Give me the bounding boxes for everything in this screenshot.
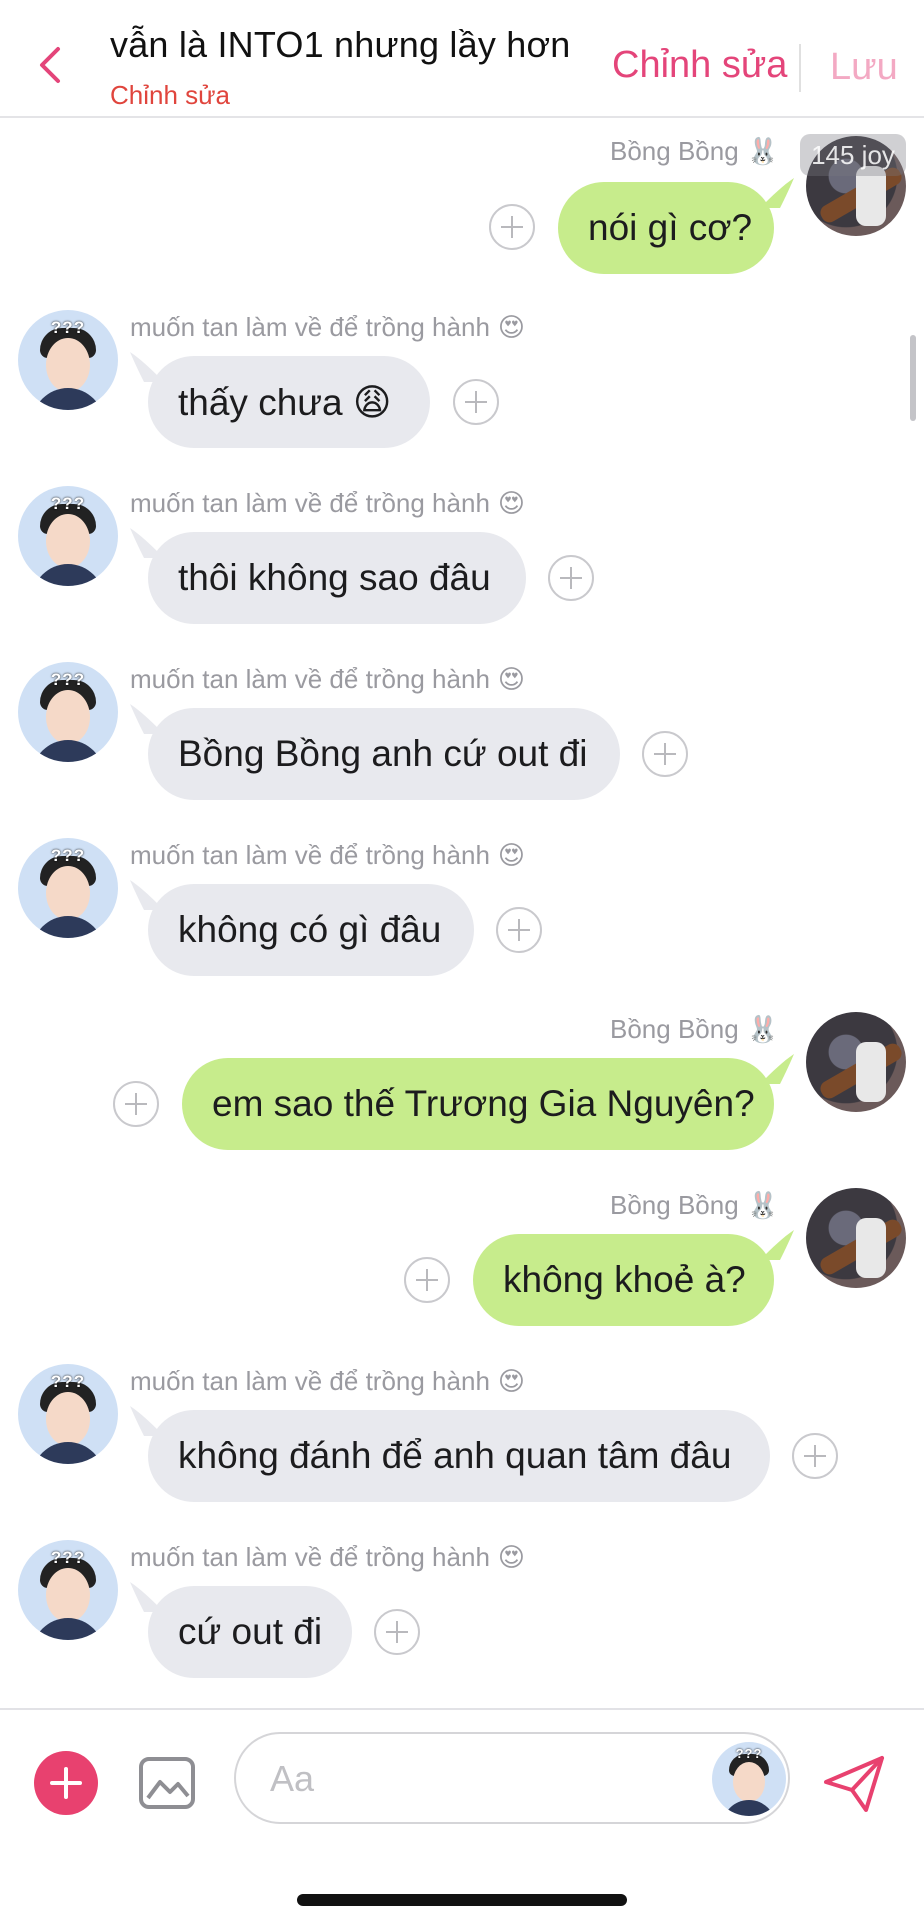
- sender-name: Bồng Bồng 🐰: [610, 1014, 780, 1044]
- sender-name: muốn tan làm về để trồng hành 😍: [130, 488, 526, 518]
- home-indicator[interactable]: [297, 1894, 627, 1906]
- sender-name: Bồng Bồng 🐰: [610, 136, 780, 166]
- joy-badge: 145 joy: [800, 134, 906, 176]
- chat-header: vẫn là INTO1 nhưng lầy hơn Chỉnh sửa Chỉ…: [0, 0, 924, 118]
- message-bubble[interactable]: không có gì đâu: [148, 884, 474, 976]
- avatar[interactable]: ???: [18, 310, 118, 410]
- persona-avatar[interactable]: ???: [712, 1742, 786, 1816]
- save-button[interactable]: Lưu: [830, 46, 898, 89]
- message-bubble[interactable]: Bồng Bồng anh cứ out đi: [148, 708, 620, 800]
- avatar[interactable]: ???: [18, 1540, 118, 1640]
- message-bubble[interactable]: thấy chưa 😩: [148, 356, 430, 448]
- input-placeholder: Aa: [270, 1758, 315, 1799]
- avatar[interactable]: ???: [18, 1364, 118, 1464]
- add-reaction-button[interactable]: [642, 731, 688, 777]
- message-input[interactable]: Aa ???: [234, 1732, 790, 1824]
- sender-name: muốn tan làm về để trồng hành 😍: [130, 840, 526, 870]
- header-divider: [799, 44, 801, 92]
- send-button[interactable]: [822, 1754, 886, 1814]
- sender-name: Bồng Bồng 🐰: [610, 1190, 780, 1220]
- composer-bar: Aa ???: [0, 1708, 924, 1920]
- add-reaction-button[interactable]: [548, 555, 594, 601]
- add-reaction-button[interactable]: [489, 204, 535, 250]
- chat-subtitle: Chỉnh sửa: [110, 80, 231, 110]
- avatar[interactable]: [806, 1012, 906, 1112]
- image-button[interactable]: [138, 1754, 196, 1812]
- scrollbar[interactable]: [910, 335, 916, 421]
- avatar[interactable]: ???: [18, 838, 118, 938]
- add-button[interactable]: [34, 1751, 98, 1815]
- message-bubble[interactable]: cứ out đi: [148, 1586, 352, 1678]
- add-reaction-button[interactable]: [404, 1257, 450, 1303]
- add-reaction-button[interactable]: [792, 1433, 838, 1479]
- message-bubble[interactable]: không khoẻ à?: [473, 1234, 774, 1326]
- chat-title: vẫn là INTO1 nhưng lầy hơn: [110, 24, 571, 65]
- message-bubble[interactable]: thôi không sao đâu: [148, 532, 526, 624]
- add-reaction-button[interactable]: [496, 907, 542, 953]
- add-reaction-button[interactable]: [374, 1609, 420, 1655]
- avatar[interactable]: [806, 1188, 906, 1288]
- sender-name: muốn tan làm về để trồng hành 😍: [130, 312, 526, 342]
- message-bubble[interactable]: nói gì cơ?: [558, 182, 774, 274]
- sender-name: muốn tan làm về để trồng hành 😍: [130, 1542, 526, 1572]
- bubble-tail: [760, 178, 794, 208]
- add-reaction-button[interactable]: [113, 1081, 159, 1127]
- paper-plane-icon: [824, 1756, 884, 1812]
- avatar[interactable]: ???: [18, 662, 118, 762]
- sender-name: muốn tan làm về để trồng hành 😍: [130, 1366, 526, 1396]
- message-bubble[interactable]: không đánh để anh quan tâm đâu: [148, 1410, 770, 1502]
- bubble-tail: [760, 1230, 794, 1260]
- chevron-left-icon: [40, 47, 60, 83]
- image-icon: [139, 1757, 195, 1809]
- message-bubble[interactable]: em sao thế Trương Gia Nguyên?: [182, 1058, 774, 1150]
- back-button[interactable]: [30, 40, 70, 90]
- avatar[interactable]: ???: [18, 486, 118, 586]
- edit-button[interactable]: Chỉnh sửa: [612, 44, 787, 87]
- message-list[interactable]: Bồng Bồng 🐰 nói gì cơ? ??? muốn tan làm v…: [0, 120, 924, 1710]
- sender-name: muốn tan làm về để trồng hành 😍: [130, 664, 526, 694]
- add-reaction-button[interactable]: [453, 379, 499, 425]
- bubble-tail: [760, 1054, 794, 1084]
